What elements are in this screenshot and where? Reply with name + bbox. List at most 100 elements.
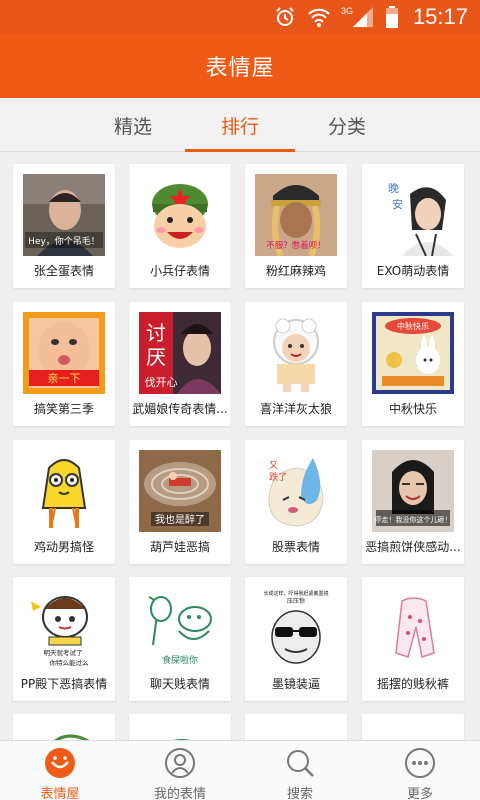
sticker-card[interactable]: 鸡动男搞怪 (13, 440, 115, 564)
sticker-pack-name: 中秋快乐 (388, 402, 437, 416)
svg-text:你特么能过么: 你特么能过么 (50, 658, 90, 667)
sticker-thumbnail: 中秋快乐 (372, 312, 454, 394)
svg-text:厌: 厌 (146, 345, 166, 369)
svg-text:长成这样，吓得我赶紧戴墨镜: 长成这样，吓得我赶紧戴墨镜 (263, 590, 328, 597)
sticker-pack-name: 恶搞煎饼侠感动... (365, 540, 461, 554)
sticker-card[interactable]: 晚 安 EXO萌动表情 (362, 164, 464, 288)
wifi-icon (307, 5, 331, 29)
sticker-thumbnail (255, 312, 337, 394)
nav-label: 我的表情 (153, 787, 206, 800)
sticker-card[interactable]: 又 跌了 股票表情 (245, 440, 347, 564)
category-tabs: 精选 排行 分类 (0, 98, 480, 152)
smiley-face-icon (44, 747, 76, 779)
sticker-pack-name: 小兵仔表情 (149, 264, 210, 278)
sticker-grid: Hey，你个吊毛！ 张全蛋表情 小兵仔表情 不服？憋着呗！ 粉红麻辣鸡 晚 安 … (0, 152, 480, 740)
sticker-thumbnail: 晚 安 (372, 174, 454, 256)
sticker-card[interactable]: 食屎啦你 聊天贱表情 (129, 577, 231, 701)
alarm-icon (273, 5, 297, 29)
svg-text:跌了: 跌了 (269, 472, 287, 483)
clock-time: 15:17 (412, 4, 468, 29)
sticker-pack-name: EXO萌动表情 (376, 264, 450, 278)
nav-label: 搜索 (286, 787, 313, 800)
sticker-pack-name: 鸡动男搞怪 (33, 540, 94, 554)
tab-categories[interactable]: 分类 (292, 98, 402, 152)
sticker-pack-name: 喜洋洋灰太狼 (259, 402, 332, 416)
svg-text:不服？憋着呗！: 不服？憋着呗！ (266, 240, 326, 251)
sticker-thumbnail (139, 724, 221, 740)
nav-search[interactable]: 搜索 (240, 741, 360, 800)
svg-text:伐开心: 伐开心 (145, 376, 178, 389)
sticker-card[interactable] (362, 714, 464, 740)
nav-my-stickers[interactable]: 我的表情 (120, 741, 240, 800)
sticker-thumbnail (255, 724, 337, 740)
app-title-bar: 表情屋 (0, 34, 480, 98)
svg-text:我也是醉了: 我也是醉了 (155, 513, 205, 526)
sticker-pack-name: 聊天贱表情 (149, 677, 210, 691)
svg-text:停走！我没你这个儿砸！: 停走！我没你这个儿砸！ (375, 515, 452, 524)
sticker-thumbnail: Hey，你个吊毛！ (23, 174, 105, 256)
sticker-card[interactable]: 长成这样，吓得我赶紧戴墨镜 压压惊 墨镜装逼 (245, 577, 347, 701)
search-icon (284, 747, 316, 779)
svg-text:明天就考试了: 明天就考试了 (44, 648, 83, 657)
nav-home[interactable]: 表情屋 (0, 741, 120, 800)
sticker-card[interactable]: 中秋快乐 中秋快乐 (362, 302, 464, 426)
sticker-pack-name: PP殿下恶搞表情 (20, 677, 108, 691)
sticker-thumbnail (23, 450, 105, 532)
user-profile-icon (164, 747, 196, 779)
app-title: 表情屋 (205, 56, 275, 81)
sticker-thumbnail (372, 587, 454, 669)
svg-text:又: 又 (269, 460, 278, 471)
sticker-card[interactable]: Hey，你个吊毛！ 张全蛋表情 (13, 164, 115, 288)
sticker-card[interactable]: 停走！我没你这个儿砸！ 恶搞煎饼侠感动... (362, 440, 464, 564)
svg-text:Hey，你个吊毛！: Hey，你个吊毛！ (28, 235, 100, 247)
sticker-thumbnail (372, 724, 454, 740)
sticker-thumbnail (139, 174, 221, 256)
network-type-label: 3G (341, 6, 353, 16)
more-dots-icon (404, 747, 436, 779)
nav-label: 表情屋 (40, 787, 80, 800)
sticker-thumbnail (23, 724, 105, 740)
svg-text:安: 安 (392, 197, 403, 211)
sticker-thumbnail: 停走！我没你这个儿砸！ (372, 450, 454, 532)
sticker-thumbnail: 长成这样，吓得我赶紧戴墨镜 压压惊 (255, 587, 337, 669)
sticker-thumbnail: 亲一下 (23, 312, 105, 394)
sticker-card[interactable] (245, 714, 347, 740)
sticker-card[interactable]: 摇摆的贱秋裤 (362, 577, 464, 701)
sticker-card[interactable]: 讨 厌 伐开心 武媚娘传奇表情... (129, 302, 231, 426)
sticker-pack-name: 武媚娘传奇表情... (132, 402, 228, 416)
sticker-thumbnail: 食屎啦你 (139, 587, 221, 669)
bottom-navigation: 表情屋 我的表情 搜索 更多 (0, 740, 480, 800)
sticker-card[interactable] (13, 714, 115, 740)
sticker-card[interactable]: 小兵仔表情 (129, 164, 231, 288)
nav-label: 更多 (406, 787, 433, 800)
sticker-thumbnail: 我也是醉了 (139, 450, 221, 532)
sticker-card[interactable]: 明天就考试了 你特么能过么 PP殿下恶搞表情 (13, 577, 115, 701)
battery-icon (385, 5, 399, 29)
svg-text:晚: 晚 (388, 182, 399, 195)
svg-text:压压惊: 压压惊 (287, 597, 305, 605)
sticker-pack-name: 粉红麻辣鸡 (265, 264, 326, 278)
sticker-thumbnail: 不服？憋着呗！ (255, 174, 337, 256)
sticker-thumbnail: 明天就考试了 你特么能过么 (23, 587, 105, 669)
tab-featured[interactable]: 精选 (78, 98, 188, 152)
sticker-card[interactable]: 喜洋洋灰太狼 (245, 302, 347, 426)
sticker-card[interactable]: 我也是醉了 葫芦娃恶搞 (129, 440, 231, 564)
sticker-pack-name: 搞笑第三季 (33, 402, 94, 416)
svg-text:讨: 讨 (146, 321, 166, 345)
sticker-card[interactable] (129, 714, 231, 740)
svg-text:食屎啦你: 食屎啦你 (162, 654, 198, 666)
sticker-thumbnail: 讨 厌 伐开心 (139, 312, 221, 394)
nav-more[interactable]: 更多 (360, 741, 480, 800)
sticker-thumbnail: 又 跌了 (255, 450, 337, 532)
svg-text:中秋快乐: 中秋快乐 (397, 321, 429, 331)
signal-icon: 3G (341, 5, 375, 29)
status-bar: 3G 15:17 (0, 0, 480, 34)
sticker-pack-name: 摇摆的贱秋裤 (376, 677, 449, 691)
tab-ranking[interactable]: 排行 (185, 98, 295, 152)
sticker-card[interactable]: 不服？憋着呗！ 粉红麻辣鸡 (245, 164, 347, 288)
sticker-pack-name: 张全蛋表情 (33, 264, 94, 278)
sticker-pack-name: 葫芦娃恶搞 (149, 540, 210, 554)
sticker-pack-name: 股票表情 (271, 540, 320, 554)
sticker-card[interactable]: 亲一下 搞笑第三季 (13, 302, 115, 426)
sticker-pack-name: 墨镜装逼 (271, 677, 320, 691)
